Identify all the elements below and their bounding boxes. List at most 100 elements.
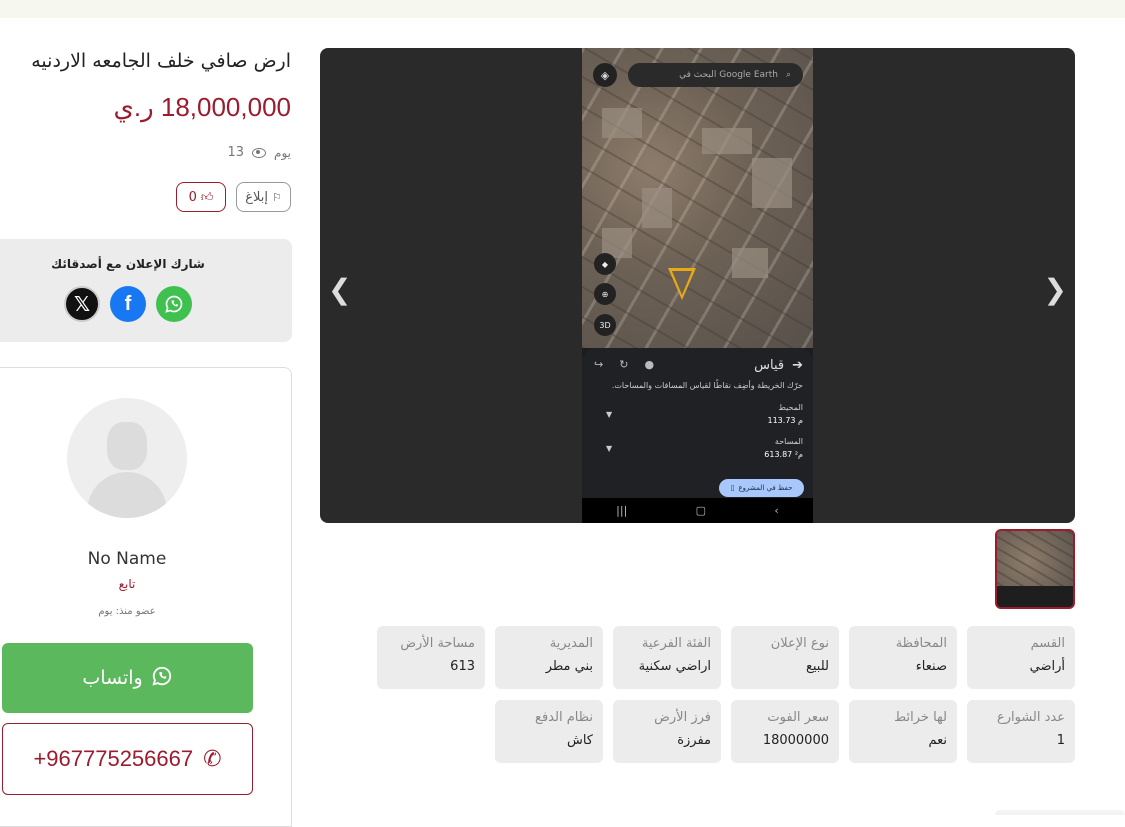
whatsapp-icon[interactable]: [156, 286, 192, 322]
phone-number: +967775256667: [33, 746, 194, 771]
whatsapp-button[interactable]: واتساب: [2, 643, 253, 713]
thumbs-up-icon: 👍︎: [200, 189, 214, 204]
eye-icon: [252, 147, 267, 158]
spec-card: القسم أراضي: [967, 626, 1075, 689]
sheet-title: قياس: [754, 358, 785, 373]
spec-value: للبيع: [805, 659, 829, 674]
action-buttons: ⚐ إبلاغ 👍︎ 0: [176, 182, 291, 212]
android-navbar: ||| ▢ ‹: [582, 498, 813, 523]
chevron-right-icon[interactable]: ❯: [1044, 273, 1067, 306]
spec-label: القسم: [1030, 636, 1065, 651]
spec-label: مساحة الأرض: [400, 636, 475, 651]
spec-value: نعم: [928, 733, 947, 748]
sheet-header: ➔ قياس: [754, 358, 803, 373]
spec-card: سعر الفوت 18000000: [731, 700, 839, 763]
image-gallery: ❮ ❯ ◈ البحث في Google Earth ⌕ ◆ ⊕ 3D ➔ ق…: [320, 48, 1075, 523]
spec-label: نظام الدفع: [535, 710, 593, 725]
seller-role: تابع: [118, 577, 136, 591]
refresh-icon: ↻: [619, 358, 629, 371]
like-button[interactable]: 👍︎ 0: [176, 182, 226, 212]
report-icon: ⚐: [271, 190, 282, 204]
home-icon: ▢: [695, 504, 707, 517]
gallery-image: ◈ البحث في Google Earth ⌕ ◆ ⊕ 3D ➔ قياس …: [582, 48, 813, 523]
map-search-bar: البحث في Google Earth ⌕: [628, 63, 803, 87]
3d-button: 3D: [594, 314, 616, 336]
whatsapp-label: واتساب: [82, 667, 143, 689]
spec-card: لها خرائط نعم: [849, 700, 957, 763]
location-icon: ⊕: [594, 283, 616, 305]
spec-value: اراضي سكنية: [638, 659, 711, 674]
spec-card: نظام الدفع كاش: [495, 700, 603, 763]
gallery-thumbnail[interactable]: [995, 529, 1075, 609]
next-section-edge: [995, 810, 1125, 815]
like-count: 0: [188, 189, 197, 205]
save-to-project: حفظ في المشروع ▯: [719, 479, 804, 497]
spec-value: كاش: [566, 733, 593, 748]
measure-triangle: [668, 268, 696, 300]
spec-label: المديرية: [549, 636, 593, 651]
spec-label: فرز الأرض: [654, 710, 711, 725]
sheet-tools: ↪ ↻ ●: [594, 358, 654, 371]
chevron-down-icon: ▼: [606, 444, 613, 453]
whatsapp-icon: [151, 665, 173, 692]
listing-meta: يوم 13: [227, 145, 291, 160]
perimeter-value: 113.73 م: [767, 416, 804, 425]
spec-label: المحافظة: [895, 636, 947, 651]
top-strip: [0, 0, 1125, 18]
report-label: إبلاغ: [245, 189, 268, 205]
spec-value: أراضي: [1029, 659, 1065, 674]
spec-card: نوع الإعلان للبيع: [731, 626, 839, 689]
spec-card: فرز الأرض مفرزة: [613, 700, 721, 763]
back-icon: ‹: [774, 504, 779, 517]
spec-value: 18000000: [762, 733, 829, 748]
compass-icon: ◆: [594, 253, 616, 275]
sheet-hint: حرّك الخريطة وأضِف نقاطًا لقياس المسافات…: [611, 381, 803, 390]
spec-value: مفرزة: [677, 733, 711, 748]
spec-card: المحافظة صنعاء: [849, 626, 957, 689]
listing-title: ارض صافي خلف الجامعه الاردنيه: [31, 50, 291, 72]
spec-label: لها خرائط: [894, 710, 947, 725]
listing-price: 18,000,000 ر.ي: [113, 92, 292, 122]
facebook-icon[interactable]: f: [110, 286, 146, 322]
spec-value: 1: [1056, 733, 1065, 748]
perimeter-label: المحيط: [778, 403, 803, 412]
share-icons: 𝕏 f: [64, 286, 192, 322]
x-icon[interactable]: 𝕏: [64, 286, 100, 322]
spec-label: سعر الفوت: [767, 710, 829, 725]
layers-icon: ◈: [593, 63, 617, 87]
measure-sheet: ➔ قياس ↪ ↻ ● حرّك الخريطة وأضِف نقاطًا ل…: [582, 348, 813, 498]
satellite-map: [582, 48, 813, 348]
seller-name: No Name: [87, 549, 167, 569]
bookmark-icon: ▯: [730, 484, 735, 492]
member-since: عضو منذ: يوم: [98, 606, 156, 617]
chevron-left-icon[interactable]: ❮: [328, 273, 351, 306]
share-title: شارك الإعلان مع أصدقائك: [51, 257, 205, 271]
spec-card: المديرية بني مطر: [495, 626, 603, 689]
spec-value: 613: [450, 659, 475, 674]
area-label: المساحة: [774, 437, 803, 446]
phone-icon: ✆: [203, 746, 222, 771]
info-icon: ●: [644, 358, 655, 371]
recents-icon: |||: [616, 504, 628, 517]
spec-label: نوع الإعلان: [770, 636, 829, 651]
chevron-down-icon: ▼: [606, 410, 613, 419]
map-search-placeholder: البحث في Google Earth: [679, 70, 778, 80]
save-label: حفظ في المشروع: [738, 484, 793, 492]
spec-value: بني مطر: [545, 659, 593, 674]
share-box: شارك الإعلان مع أصدقائك 𝕏 f: [0, 239, 292, 342]
views-count: 13: [227, 145, 245, 160]
spec-label: الفئة الفرعية: [641, 636, 711, 651]
area-value: 613.87 م²: [764, 450, 803, 459]
redo-icon: ↪: [594, 358, 604, 371]
spec-value: صنعاء: [915, 659, 947, 674]
posted-time: يوم: [274, 145, 291, 160]
avatar: [67, 398, 187, 518]
report-button[interactable]: ⚐ إبلاغ: [236, 182, 291, 212]
search-icon: ⌕: [785, 70, 791, 80]
phone-button[interactable]: +967775256667 ✆: [2, 723, 253, 795]
spec-card: عدد الشوارع 1: [967, 700, 1075, 763]
spec-card: الفئة الفرعية اراضي سكنية: [613, 626, 721, 689]
spec-label: عدد الشوارع: [996, 710, 1065, 725]
spec-card: مساحة الأرض 613: [377, 626, 485, 689]
arrow-right-icon: ➔: [792, 358, 803, 373]
